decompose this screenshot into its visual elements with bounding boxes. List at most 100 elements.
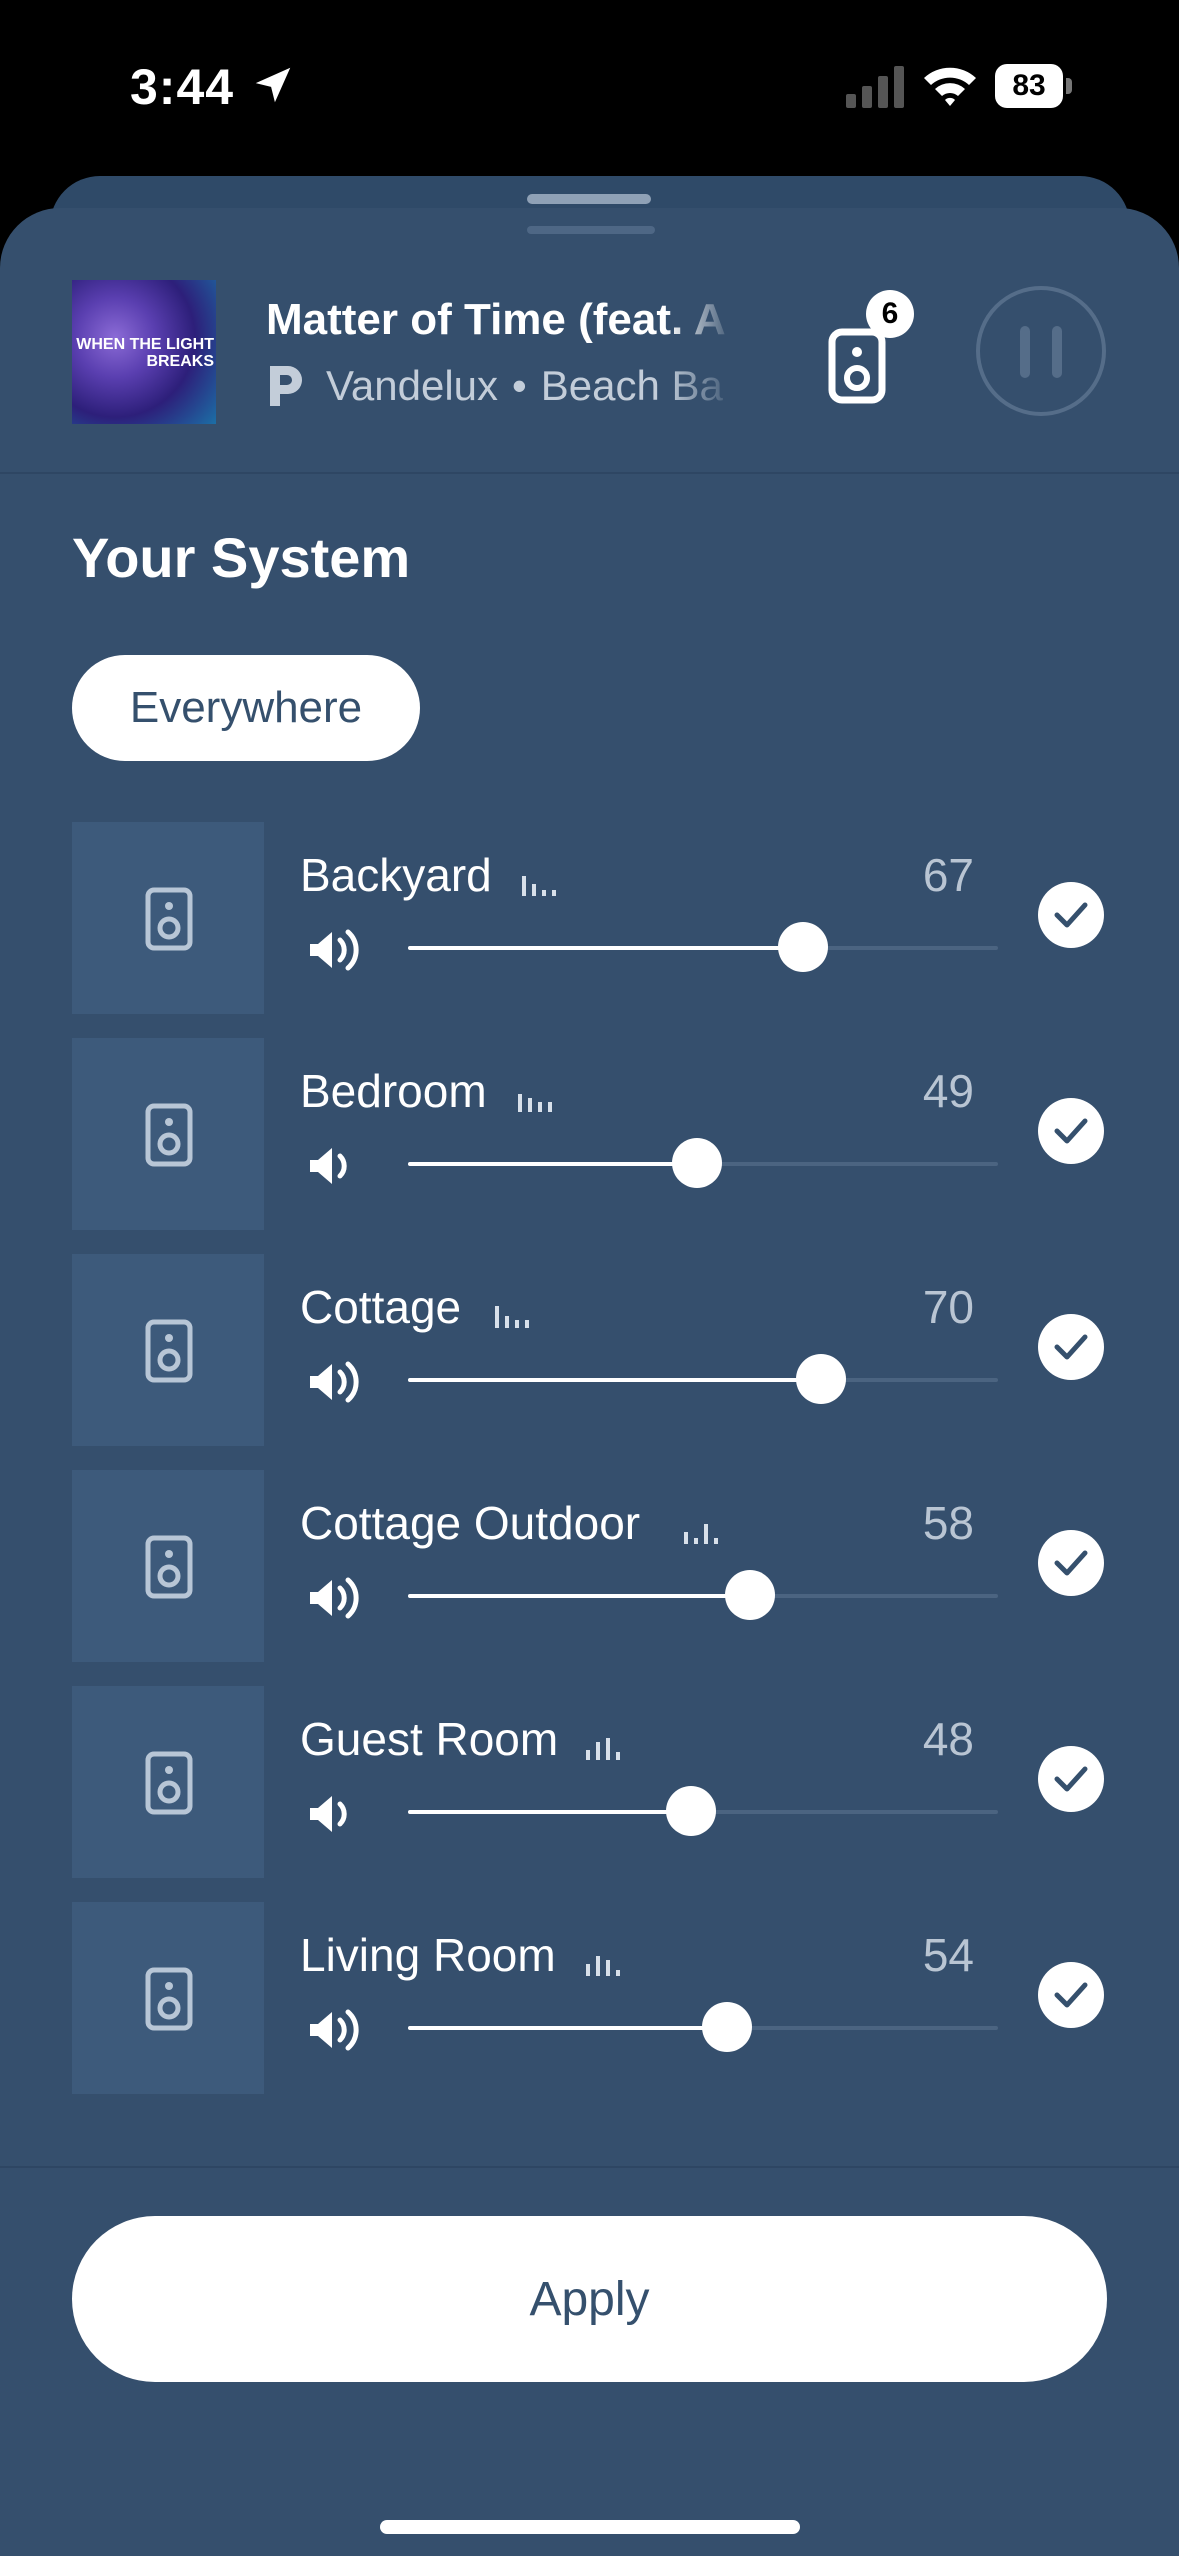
home-indicator[interactable]: [380, 2520, 800, 2534]
volume-icon[interactable]: [308, 2008, 362, 2052]
volume-knob[interactable]: [796, 1354, 846, 1404]
album-name: Beach Ba: [540, 362, 723, 409]
everywhere-chip[interactable]: Everywhere: [72, 655, 420, 761]
volume-slider[interactable]: [408, 922, 998, 972]
room-row-guest-room: Guest Room 48: [0, 1686, 1179, 1880]
room-name: Guest Room: [300, 1713, 559, 1765]
location-arrow-icon: [255, 67, 291, 103]
room-row-bedroom: Bedroom 49: [0, 1038, 1179, 1232]
pause-icon-bar-right: [1052, 326, 1062, 378]
pandora-icon: [270, 366, 302, 406]
header-divider: [0, 472, 1179, 474]
volume-knob[interactable]: [672, 1138, 723, 1188]
volume-icon[interactable]: [308, 928, 362, 972]
speaker-icon: [145, 887, 193, 951]
volume-slider[interactable]: [408, 1354, 998, 1404]
room-selected-checkbox[interactable]: [1038, 1098, 1104, 1164]
checkmark-icon: [1054, 1766, 1088, 1792]
volume-fill: [408, 1378, 821, 1382]
room-tile[interactable]: [72, 1038, 264, 1230]
equalizer-icon: [684, 1524, 718, 1544]
room-row-cottage-outdoor: Cottage Outdoor 58: [0, 1470, 1179, 1664]
room-name: Bedroom: [300, 1065, 487, 1117]
volume-fill: [408, 2026, 727, 2030]
volume-slider[interactable]: [408, 1570, 998, 1620]
volume-fill: [408, 946, 804, 950]
room-selected-checkbox[interactable]: [1038, 1962, 1104, 2028]
battery-level: 83: [995, 64, 1063, 108]
volume-value: 54: [922, 1929, 974, 1981]
room-selected-checkbox[interactable]: [1038, 882, 1104, 948]
album-art[interactable]: WHEN THE LIGHT BREAKS: [72, 280, 216, 424]
room-selected-checkbox[interactable]: [1038, 1314, 1104, 1380]
pause-icon-bar-left: [1020, 326, 1030, 378]
speaker-icon: [145, 1103, 193, 1167]
checkmark-icon: [1054, 1118, 1088, 1144]
equalizer-icon: [495, 1306, 529, 1328]
speaker-icon: [145, 1319, 193, 1383]
volume-fill: [408, 1162, 698, 1166]
volume-slider[interactable]: [408, 2002, 998, 2052]
volume-value: 48: [922, 1713, 974, 1765]
apply-button[interactable]: Apply: [72, 2216, 1107, 2382]
now-playing-bar[interactable]: WHEN THE LIGHT BREAKS Matter of Time (fe…: [0, 270, 1179, 470]
volume-icon[interactable]: [308, 1360, 362, 1404]
subtitle-separator: •: [512, 362, 527, 409]
equalizer-icon: [586, 1956, 620, 1976]
room-name: Living Room: [300, 1929, 556, 1981]
album-art-text: WHEN THE LIGHT BREAKS: [76, 336, 214, 370]
speaker-icon: [145, 1751, 193, 1815]
volume-value: 49: [922, 1065, 974, 1117]
volume-knob[interactable]: [778, 922, 829, 972]
room-row-living-room: Living Room 54: [0, 1902, 1179, 2096]
room-tile[interactable]: [72, 1470, 264, 1662]
checkmark-icon: [1054, 1982, 1088, 2008]
volume-icon[interactable]: [308, 1144, 362, 1188]
volume-slider[interactable]: [408, 1138, 998, 1188]
status-bar: 3:44 83: [0, 0, 1179, 170]
room-tile[interactable]: [72, 1902, 264, 2094]
volume-icon[interactable]: [308, 1576, 362, 1620]
room-selected-checkbox[interactable]: [1038, 1746, 1104, 1812]
volume-fill: [408, 1594, 751, 1598]
checkmark-icon: [1054, 902, 1088, 928]
volume-knob[interactable]: [725, 1570, 776, 1620]
room-row-cottage: Cottage 70: [0, 1254, 1179, 1448]
checkmark-icon: [1054, 1550, 1088, 1576]
volume-slider[interactable]: [408, 1786, 998, 1836]
room-name: Cottage Outdoor: [300, 1497, 641, 1549]
speaker-count-badge: 6: [866, 290, 914, 338]
room-tile[interactable]: [72, 1254, 264, 1446]
sheet-grabber[interactable]: [527, 194, 651, 204]
room-selected-checkbox[interactable]: [1038, 1530, 1104, 1596]
equalizer-icon: [522, 876, 556, 896]
room-name: Backyard: [300, 849, 492, 901]
checkmark-icon: [1054, 1334, 1088, 1360]
pause-button[interactable]: [976, 286, 1106, 416]
battery-cap: [1066, 78, 1072, 94]
volume-value: 58: [922, 1497, 974, 1549]
track-title: Matter of Time (feat. A: [266, 295, 726, 344]
room-tile[interactable]: [72, 822, 264, 1014]
wifi-icon: [924, 67, 976, 106]
speaker-icon: [145, 1535, 193, 1599]
artist-name: Vandelux: [326, 362, 499, 409]
footer-divider: [0, 2166, 1179, 2168]
section-title: Your System: [72, 526, 411, 589]
volume-value: 67: [922, 849, 974, 901]
speaker-icon: [145, 1967, 193, 2031]
volume-knob[interactable]: [666, 1786, 717, 1836]
track-subtitle: Vandelux • Beach Ba: [266, 358, 736, 414]
battery-indicator: 83: [995, 64, 1075, 108]
volume-value: 70: [922, 1281, 974, 1333]
room-row-backyard: Backyard 67: [0, 822, 1179, 1016]
room-name: Cottage: [300, 1281, 462, 1333]
volume-icon[interactable]: [308, 1792, 362, 1836]
room-tile[interactable]: [72, 1686, 264, 1878]
volume-knob[interactable]: [701, 2002, 752, 2052]
volume-fill: [408, 1810, 692, 1814]
equalizer-icon: [518, 1094, 552, 1112]
status-time: 3:44: [130, 59, 235, 115]
sheet-grabber-inner[interactable]: [527, 226, 655, 234]
cellular-signal-icon: [846, 66, 904, 108]
